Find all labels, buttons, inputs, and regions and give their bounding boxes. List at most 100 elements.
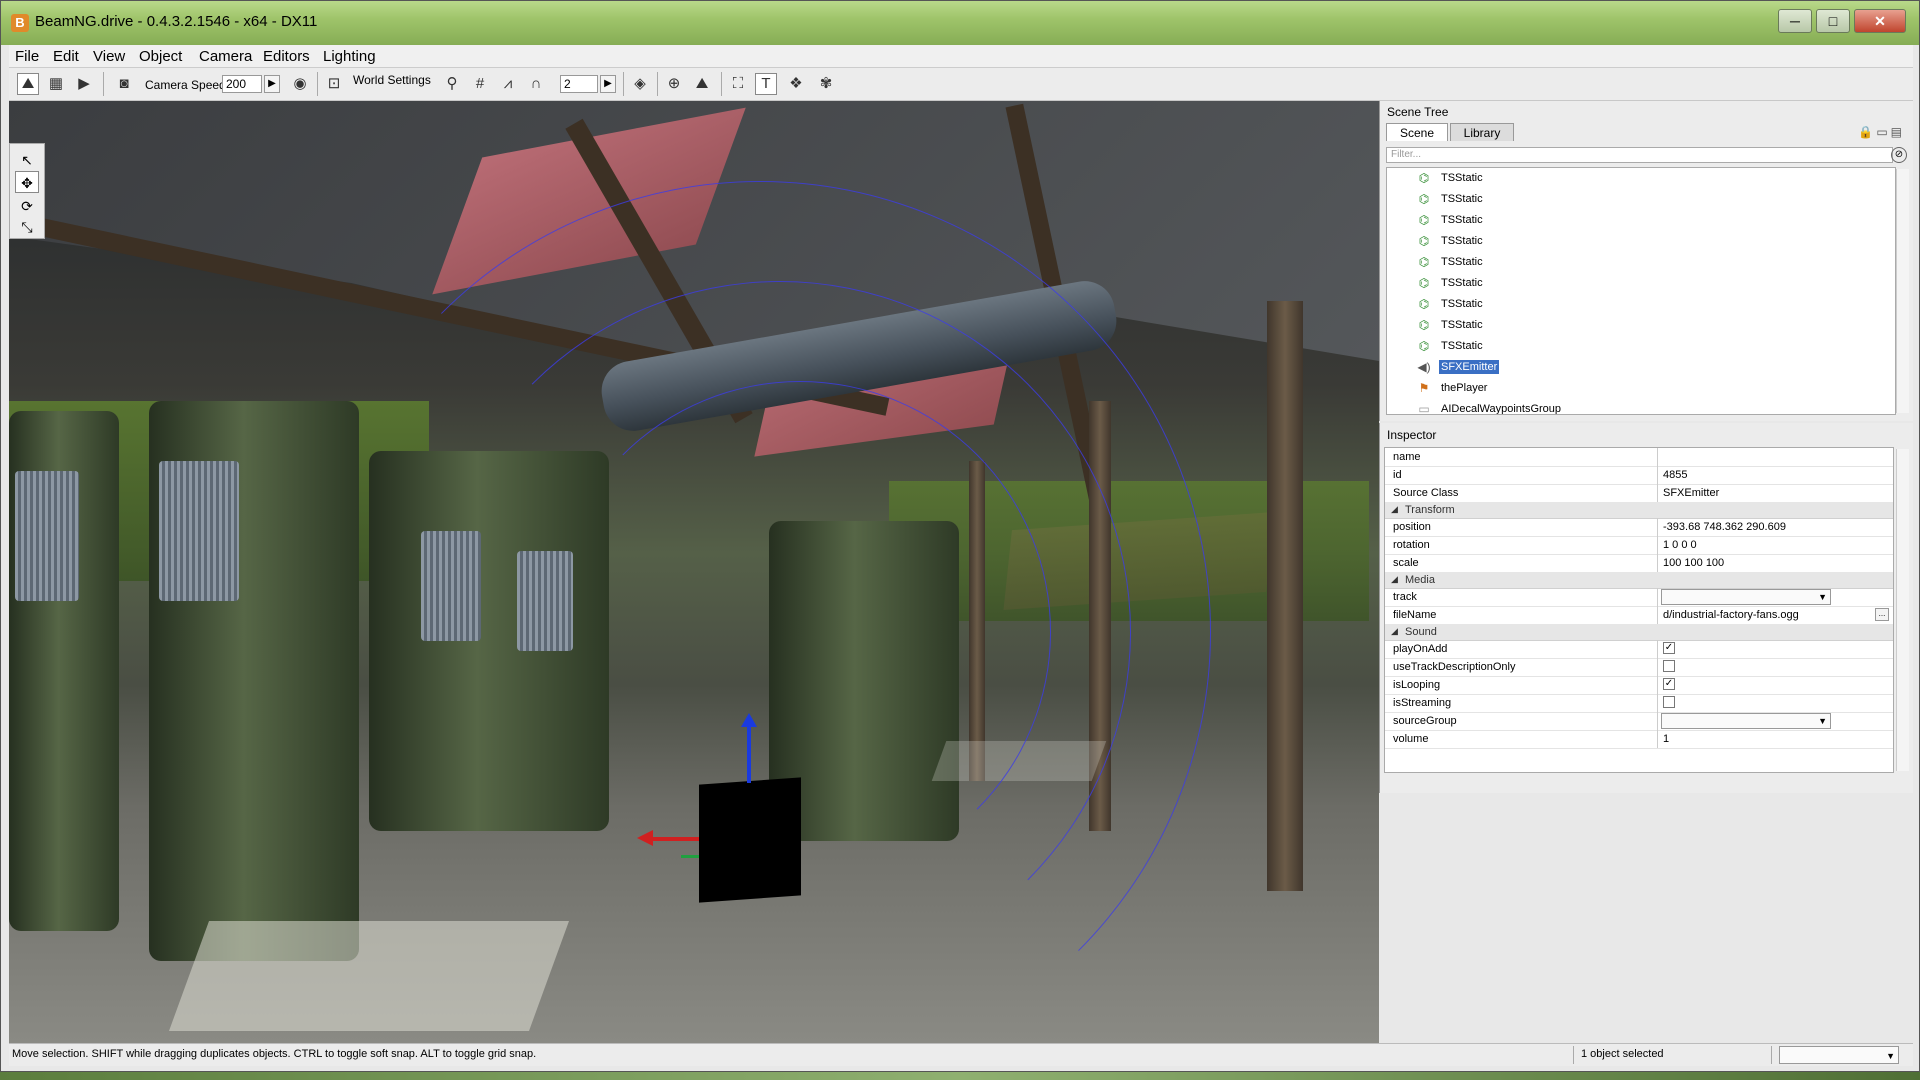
3d-viewport[interactable] (9, 101, 1379, 1043)
source-group-dropdown[interactable]: ▼ (1661, 713, 1831, 729)
snap-to-terrain-icon[interactable]: ⚲ (441, 73, 463, 95)
inspector-row-name[interactable]: name (1385, 448, 1893, 467)
decal-icon[interactable]: ✾ (815, 73, 837, 95)
section-media[interactable]: ◢ Media (1385, 572, 1893, 589)
camera-speed-arrow-icon[interactable]: ▶ (264, 75, 280, 93)
tab-scene[interactable]: Scene (1386, 123, 1448, 141)
menu-lighting[interactable]: Lighting (323, 48, 376, 65)
menu-object[interactable]: Object (139, 48, 182, 65)
object-icons-icon[interactable]: ❖ (785, 73, 807, 95)
is-streaming-checkbox[interactable] (1663, 696, 1675, 708)
browse-file-button[interactable]: ... (1875, 608, 1889, 621)
world-transform-icon[interactable]: ⛰ (691, 73, 713, 95)
tree-row[interactable]: ⌬ TSStatic (1387, 273, 1895, 294)
scale-tool-icon[interactable]: ⤡ (15, 215, 39, 237)
gizmo-x-arrow-icon[interactable] (637, 830, 653, 846)
title-bar[interactable]: B BeamNG.drive - 0.4.3.2.1546 - x64 - DX… (1, 1, 1919, 45)
tree-row[interactable]: ⌬ TSStatic (1387, 210, 1895, 231)
tree-row[interactable]: ⌬ TSStatic (1387, 252, 1895, 273)
grid-snap-icon[interactable]: # (469, 73, 491, 95)
use-track-description-only-checkbox[interactable] (1663, 660, 1675, 672)
tree-label: TSStatic (1441, 319, 1483, 331)
screenshot-icon[interactable]: ⊡ (323, 73, 345, 95)
section-transform[interactable]: ◢ Transform (1385, 502, 1893, 519)
close-button[interactable]: ✕ (1854, 9, 1906, 33)
inspector-row-scale[interactable]: scale 100 100 100 (1385, 554, 1893, 573)
magnet-icon[interactable]: ∩ (525, 73, 547, 95)
play-icon[interactable]: ▶ (73, 73, 95, 95)
menu-camera[interactable]: Camera (199, 48, 252, 65)
visibility-eye-icon[interactable]: ◉ (289, 73, 311, 95)
gizmo-z-axis[interactable] (747, 723, 751, 783)
inspector-scrollbar[interactable] (1896, 449, 1909, 771)
tab-library[interactable]: Library (1450, 123, 1514, 141)
inspector-row-source-class: Source Class SFXEmitter (1385, 484, 1893, 503)
inspector-row-volume[interactable]: volume 1 (1385, 730, 1893, 749)
position-field[interactable]: -393.68 748.362 290.609 (1663, 521, 1786, 533)
snap-size-arrow-icon[interactable]: ▶ (600, 75, 616, 93)
play-on-add-checkbox[interactable]: ✓ (1663, 642, 1675, 654)
tree-row[interactable]: ▭ AIDecalWaypointsGroup (1387, 399, 1895, 414)
tree-row[interactable]: ⚑ thePlayer (1387, 378, 1895, 399)
inspector-table: name id 4855 Source Class SFXEmitter ◢ Tran… (1384, 447, 1894, 773)
tree-row[interactable]: ⌬ TSStatic (1387, 189, 1895, 210)
sfx-emitter-object[interactable] (699, 777, 801, 903)
inspector-row-filename[interactable]: fileName d/industrial-factory-fans.ogg... (1385, 606, 1893, 625)
maximize-button[interactable]: □ (1816, 9, 1850, 33)
local-transform-icon[interactable]: ⊕ (663, 73, 685, 95)
menu-file[interactable]: File (15, 48, 39, 65)
inspector-title: Inspector (1387, 428, 1437, 442)
tree-row[interactable]: ⌬ TSStatic (1387, 168, 1895, 189)
filename-field[interactable]: d/industrial-factory-fans.ogg (1663, 609, 1799, 621)
field-label: sourceGroup (1393, 715, 1457, 727)
object-align-icon[interactable]: ◈ (629, 73, 651, 95)
tree-row[interactable]: ⌬ TSStatic (1387, 336, 1895, 357)
menu-editors[interactable]: Editors (263, 48, 310, 65)
scene-filter-input[interactable]: Filter... (1386, 147, 1893, 163)
snap-size-input[interactable]: 2 (560, 75, 598, 93)
id-value: 4855 (1663, 469, 1688, 481)
tree-row[interactable]: ◀) SFXEmitter (1387, 357, 1895, 378)
is-looping-checkbox[interactable]: ✓ (1663, 678, 1675, 690)
move-tool-icon[interactable]: ✥ (15, 171, 39, 193)
status-divider (1771, 1046, 1772, 1064)
rotation-field[interactable]: 1 0 0 0 (1663, 539, 1697, 551)
camera-speed-input[interactable]: 200 (222, 75, 262, 93)
gizmo-z-arrow-icon[interactable] (741, 713, 757, 727)
world-settings-label[interactable]: World Settings (353, 73, 431, 87)
gui-editor-icon[interactable]: ▦ (45, 73, 67, 95)
track-dropdown[interactable]: ▼ (1661, 589, 1831, 605)
text-labels-icon[interactable]: T (755, 73, 777, 95)
tree-row[interactable]: ⌬ TSStatic (1387, 231, 1895, 252)
bounds-snap-icon[interactable]: ⩘ (497, 73, 519, 95)
select-arrow-icon[interactable]: ↖ (15, 148, 39, 170)
lock-folder-delete-icon[interactable]: 🔒▭▤ (1858, 125, 1905, 139)
gizmo-y-axis[interactable] (681, 855, 699, 858)
toolbar-separator (721, 72, 722, 96)
status-hint-text: Move selection. SHIFT while dragging dup… (12, 1048, 537, 1060)
volume-field[interactable]: 1 (1663, 733, 1669, 745)
inspector-row-rotation[interactable]: rotation 1 0 0 0 (1385, 536, 1893, 555)
filter-clear-icon[interactable]: ⊘ (1891, 147, 1907, 163)
inspector-row-use-track-description-only: useTrackDescriptionOnly (1385, 658, 1893, 677)
fit-view-icon[interactable]: ⛶ (727, 73, 749, 95)
world-editor-icon[interactable]: ⛰ (17, 73, 39, 95)
inspector-row-position[interactable]: position -393.68 748.362 290.609 (1385, 518, 1893, 537)
scene-tree-title: Scene Tree (1387, 105, 1449, 119)
machine-vent (159, 461, 239, 601)
scene-tree-scrollbar[interactable] (1896, 169, 1909, 413)
section-sound[interactable]: ◢ Sound (1385, 624, 1893, 641)
menu-edit[interactable]: Edit (53, 48, 79, 65)
scale-field[interactable]: 100 100 100 (1663, 557, 1724, 569)
collapse-arrow-icon: ◢ (1391, 504, 1398, 514)
tree-row[interactable]: ⌬ TSStatic (1387, 294, 1895, 315)
tsstatic-icon: ⌬ (1418, 192, 1430, 206)
camera-icon[interactable]: ◙ (113, 73, 135, 95)
minimize-button[interactable]: ─ (1778, 9, 1812, 33)
player-icon: ⚑ (1418, 381, 1430, 395)
menu-view[interactable]: View (93, 48, 125, 65)
rotate-tool-icon[interactable]: ⟳ (15, 194, 39, 216)
gizmo-x-axis[interactable] (649, 837, 699, 841)
tree-row[interactable]: ⌬ TSStatic (1387, 315, 1895, 336)
status-dropdown[interactable]: ▼ (1779, 1046, 1899, 1064)
